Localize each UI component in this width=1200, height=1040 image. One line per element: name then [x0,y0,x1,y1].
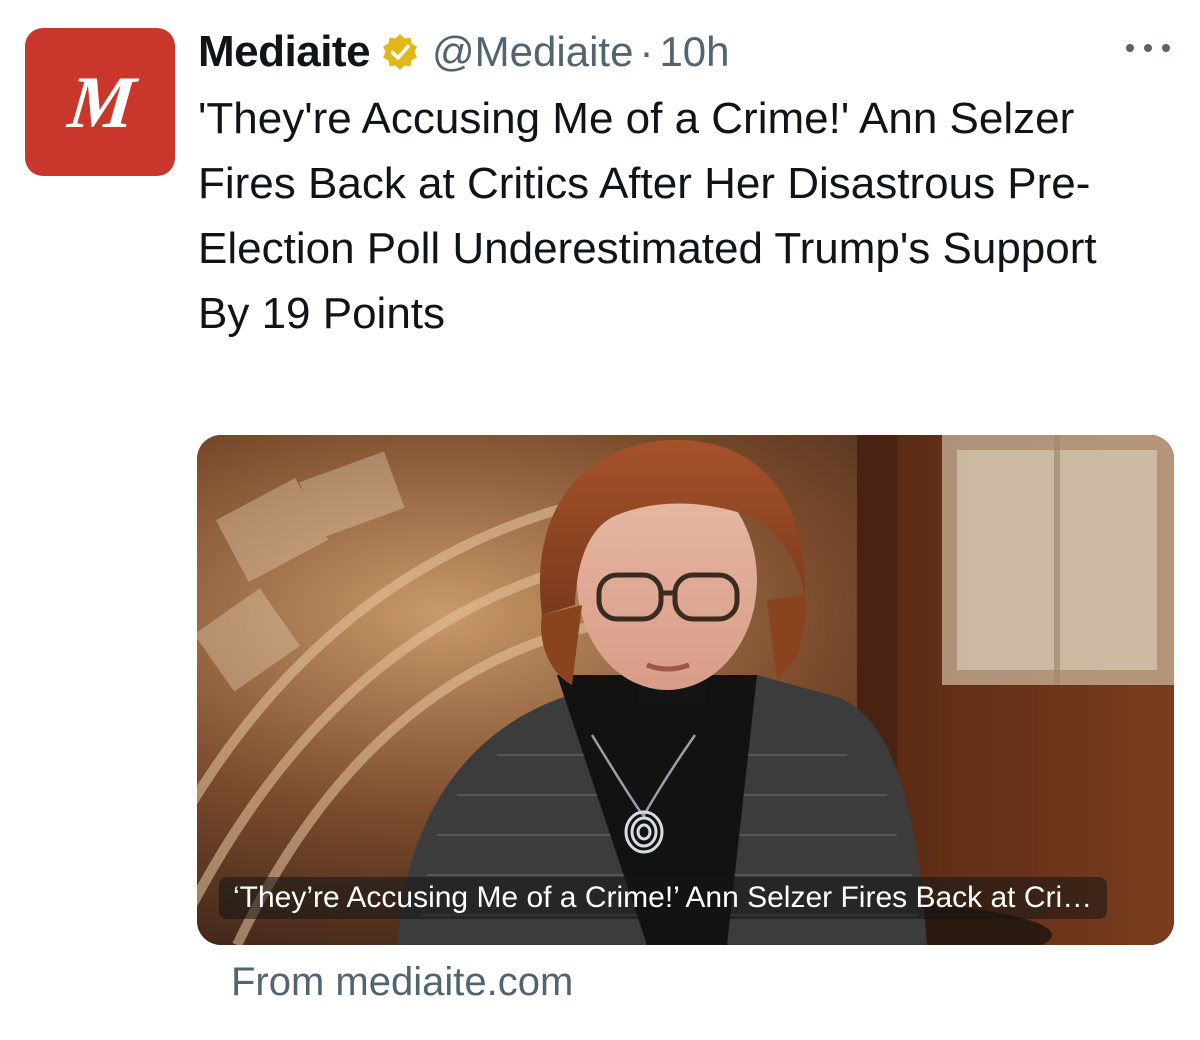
card-source-link[interactable]: From mediaite.com [231,960,573,1005]
tweet-header: Mediaite @Mediaite · 10h [198,24,730,80]
account-handle[interactable]: @Mediaite [432,28,633,76]
avatar-letter: M [64,61,136,144]
timestamp[interactable]: 10h [659,28,729,76]
separator-dot: · [639,28,654,75]
avatar[interactable]: M [25,28,175,176]
verified-badge-icon [380,32,420,72]
more-options-icon[interactable] [1126,36,1170,60]
card-image [197,435,1174,945]
account-name[interactable]: Mediaite [198,27,371,77]
tweet-text: 'They're Accusing Me of a Crime!' Ann Se… [198,94,1097,338]
link-card[interactable]: ‘They’re Accusing Me of a Crime!’ Ann Se… [197,435,1174,945]
card-caption: ‘They’re Accusing Me of a Crime!’ Ann Se… [219,877,1107,919]
